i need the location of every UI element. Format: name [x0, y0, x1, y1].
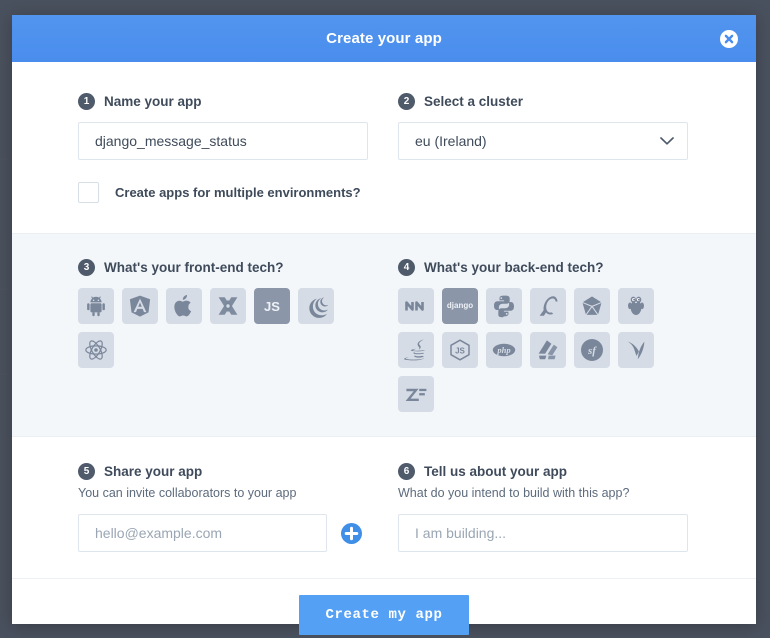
step-number-badge: 4 — [398, 259, 415, 276]
tech-tile-yii[interactable] — [618, 332, 654, 368]
nodejs-icon: JS — [448, 338, 472, 362]
step-3-frontend-tech: 3 What's your front-end tech? JS — [78, 259, 368, 412]
backend-tech-tiles: django JS php sf — [398, 288, 688, 412]
collaborator-email-input[interactable] — [78, 514, 327, 552]
android-icon — [84, 294, 108, 318]
step-6-tell-us-about-your-app: 6 Tell us about your app What do you int… — [398, 463, 688, 552]
tech-tile-zend-framework[interactable] — [398, 376, 434, 412]
step-5-share-your-app: 5 Share your app You can invite collabor… — [78, 463, 368, 552]
add-circle-icon[interactable] — [341, 522, 362, 544]
angular-icon — [128, 294, 152, 318]
zend-icon — [404, 382, 428, 406]
tech-tile-node-js[interactable]: JS — [442, 332, 478, 368]
step-5-subtitle: You can invite collaborators to your app — [78, 486, 297, 500]
backdrop-obscured-text: ··· — [0, 156, 9, 163]
tech-tile-php[interactable]: php — [486, 332, 522, 368]
step-6-label: Tell us about your app — [424, 464, 568, 479]
javascript-icon: JS — [264, 298, 280, 314]
rails-icon — [536, 338, 560, 362]
step-6-header: 6 Tell us about your app — [398, 463, 688, 480]
step-number-badge: 6 — [398, 463, 415, 480]
section-share-describe: 5 Share your app You can invite collabor… — [12, 437, 756, 578]
java-icon — [404, 338, 428, 362]
step-5-header: 5 Share your app — [78, 463, 368, 480]
tech-tile-net[interactable] — [398, 288, 434, 324]
step-6-subtitle: What do you intend to build with this ap… — [398, 486, 630, 500]
step-1-label: Name your app — [104, 94, 202, 109]
tech-tile-go[interactable] — [618, 288, 654, 324]
tech-tile-django[interactable]: django — [442, 288, 478, 324]
svg-text:php: php — [496, 345, 510, 355]
tech-tile-laravel[interactable] — [530, 288, 566, 324]
tech-tile-python[interactable] — [486, 288, 522, 324]
step-2-label: Select a cluster — [424, 94, 524, 109]
step-4-label: What's your back-end tech? — [424, 260, 604, 275]
php-icon: php — [492, 338, 516, 362]
modal-header: Create your app — [12, 15, 756, 62]
modal-footer: Create my app — [12, 578, 756, 638]
tech-tile-react[interactable] — [78, 332, 114, 368]
tech-tile-java[interactable] — [398, 332, 434, 368]
close-icon[interactable] — [720, 29, 738, 48]
laravel-icon — [536, 294, 560, 318]
tech-tile-javascript[interactable]: JS — [254, 288, 290, 324]
dotnet-icon — [404, 294, 428, 318]
app-description-input[interactable] — [398, 514, 688, 552]
section-tech: 3 What's your front-end tech? JS 4 What'… — [12, 233, 756, 437]
step-number-badge: 5 — [78, 463, 95, 480]
backdrop-obscured-text: ··· — [0, 371, 9, 378]
step-number-badge: 1 — [78, 93, 95, 110]
modal-title: Create your app — [326, 30, 442, 47]
step-4-backend-tech: 4 What's your back-end tech? django JS php… — [398, 259, 688, 412]
multiple-environments-label: Create apps for multiple environments? — [115, 185, 361, 200]
react-icon — [84, 338, 108, 362]
step-2-header: 2 Select a cluster — [398, 93, 688, 110]
svg-text:JS: JS — [455, 347, 465, 356]
frontend-tech-tiles: JS — [78, 288, 368, 368]
svg-text:sf: sf — [587, 345, 597, 357]
section-basics: 1 Name your app Create apps for multiple… — [12, 62, 756, 233]
app-name-input[interactable] — [78, 122, 368, 160]
tech-tile-jquery[interactable] — [298, 288, 334, 324]
step-1-header: 1 Name your app — [78, 93, 368, 110]
tech-tile-angular[interactable] — [122, 288, 158, 324]
tech-tile-ruby[interactable] — [574, 288, 610, 324]
step-4-header: 4 What's your back-end tech? — [398, 259, 688, 276]
create-app-modal: Create your app 1 Name your app django_m… — [12, 15, 756, 635]
step-1-name-your-app: 1 Name your app Create apps for multiple… — [78, 93, 368, 203]
tech-tile-rails[interactable] — [530, 332, 566, 368]
tech-tile-android[interactable] — [78, 288, 114, 324]
step-5-label: Share your app — [104, 464, 203, 479]
step-3-label: What's your front-end tech? — [104, 260, 284, 275]
django-icon: django — [446, 301, 474, 310]
step-number-badge: 2 — [398, 93, 415, 110]
symfony-icon: sf — [580, 338, 604, 362]
step-number-badge: 3 — [78, 259, 95, 276]
backbone-icon — [216, 294, 240, 318]
python-icon — [492, 294, 516, 318]
yii-icon — [624, 338, 648, 362]
modal-body: 1 Name your app Create apps for multiple… — [12, 62, 756, 578]
go-gopher-icon — [624, 294, 648, 318]
cluster-select[interactable] — [398, 122, 688, 160]
create-my-app-button[interactable]: Create my app — [299, 595, 469, 635]
multiple-environments-row: Create apps for multiple environments? — [78, 182, 368, 203]
tech-tile-symfony[interactable]: sf — [574, 332, 610, 368]
multiple-environments-checkbox[interactable] — [78, 182, 99, 203]
apple-icon — [172, 294, 196, 318]
tech-tile-apple[interactable] — [166, 288, 202, 324]
step-2-select-cluster: 2 Select a cluster — [398, 93, 688, 203]
tech-tile-backbone-js[interactable] — [210, 288, 246, 324]
ruby-icon — [580, 294, 604, 318]
jquery-icon — [304, 294, 328, 318]
backdrop-obscured-text: ··· — [0, 286, 9, 293]
step-3-header: 3 What's your front-end tech? — [78, 259, 368, 276]
